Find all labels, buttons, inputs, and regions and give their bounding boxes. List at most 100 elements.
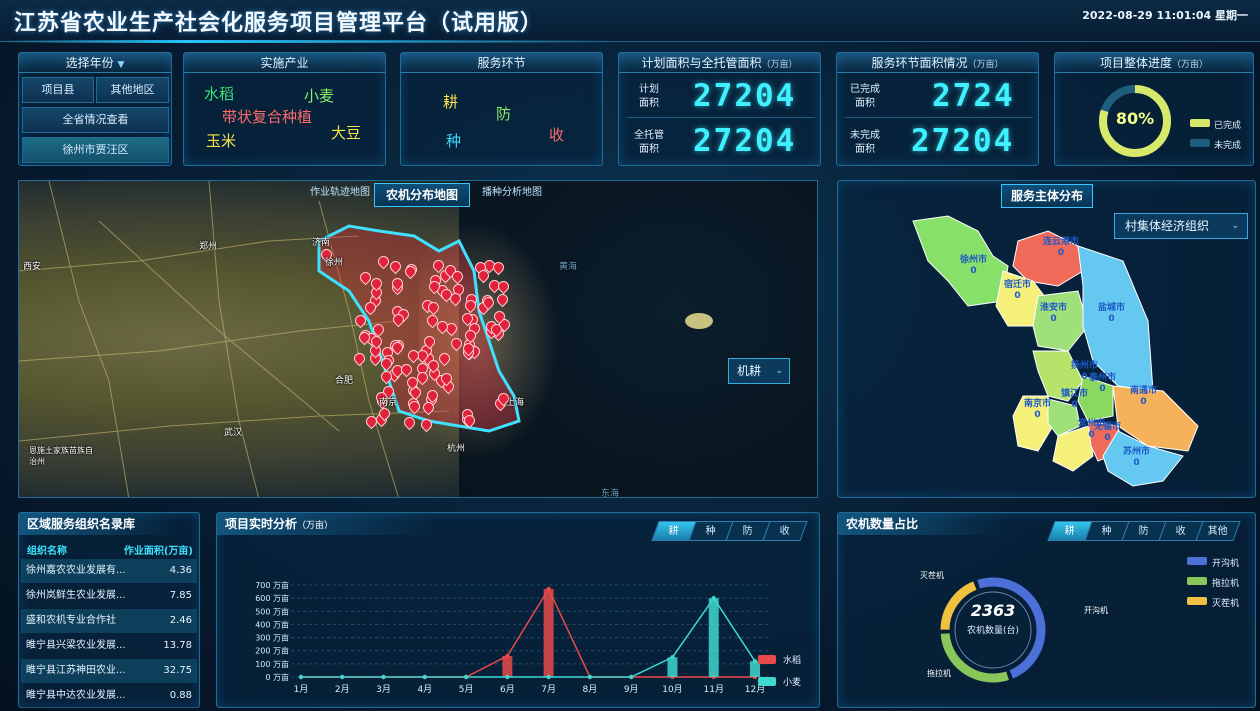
legend-label: 水稻 — [783, 654, 801, 666]
machine-panel: 农机数量占比 耕种防收其他 2363 农机数量(台) 灭茬机 开沟机 拖拉机 开… — [837, 512, 1256, 708]
x-tick-label: 6月 — [500, 684, 515, 695]
org-panel: 区域服务组织名录库 组织名称 作业面积(万亩) 徐州嘉农农业发展有... 4.36… — [18, 512, 200, 708]
region-label[interactable]: 无锡市 0 — [1094, 422, 1121, 444]
btn-other-region[interactable]: 其他地区 — [96, 77, 169, 103]
legend-todo-label: 未完成 — [1214, 141, 1242, 151]
x-tick-label: 9月 — [624, 684, 639, 695]
page-title: 江苏省农业生产社会化服务项目管理平台（试用版） — [14, 11, 544, 36]
region-label[interactable]: 泰州市 0 — [1089, 373, 1116, 395]
progress-title: 项目整体进度（万亩） — [1055, 53, 1253, 73]
org-area: 32.75 — [163, 665, 192, 676]
city-xuzhou: 徐州 — [325, 258, 344, 268]
year-select-header[interactable]: 选择年份 ▼ — [19, 53, 171, 73]
region-label[interactable]: 南京市 0 — [1024, 399, 1051, 421]
org-area: 4.36 — [169, 565, 192, 576]
series-point — [711, 595, 716, 601]
x-tick-label: 8月 — [583, 684, 598, 695]
x-tick-label: 10月 — [662, 684, 682, 695]
plan-area-value: 27204 — [693, 78, 797, 114]
legend-label: 小麦 — [783, 676, 801, 688]
service-protect[interactable]: 防 — [496, 103, 511, 124]
city-shanghai: 上海 — [506, 398, 525, 408]
legend-swatch — [758, 655, 776, 664]
region-label[interactable]: 徐州市 0 — [960, 255, 987, 277]
bar-小麦 — [667, 657, 678, 677]
btn-province-view[interactable]: 全省情况查看 — [22, 107, 169, 133]
org-row[interactable]: 睢宁县中达农业发展... 0.88 — [21, 684, 197, 708]
series-point — [340, 674, 345, 680]
sea-east: 东海 — [601, 489, 620, 498]
org-row[interactable]: 睢宁县江苏神田农业... 32.75 — [21, 659, 197, 683]
tab-sowing-map[interactable]: 播种分析地图 — [474, 183, 550, 203]
uncompleted-area-label: 未完成 面积 — [850, 130, 880, 155]
industry-soybean[interactable]: 大豆 — [331, 122, 361, 143]
org-col-name: 组织名称 — [27, 546, 67, 557]
org-row[interactable]: 徐州嘉农农业发展有... 4.36 — [21, 559, 197, 583]
y-tick-label: 600 万亩 — [255, 593, 289, 603]
uncompleted-area-value: 27204 — [911, 123, 1015, 159]
org-area: 7.85 — [169, 590, 192, 601]
region-label[interactable]: 连云港市 0 — [1043, 237, 1079, 259]
chevron-down-icon: ▼ — [117, 60, 125, 70]
series-point — [546, 674, 551, 680]
y-tick-label: 100 万亩 — [255, 659, 289, 669]
btn-project-county[interactable]: 项目县 — [22, 77, 94, 103]
org-area: 13.78 — [163, 640, 192, 651]
progress-percent: 80% — [1115, 109, 1155, 128]
service-title: 服务环节 — [401, 53, 602, 73]
industry-strip-compound[interactable]: 带状复合种植 — [222, 106, 312, 127]
machine-legend-label: 拖拉机 — [1212, 579, 1240, 589]
chevron-down-icon: ⌄ — [1231, 221, 1239, 231]
series-point — [505, 653, 510, 659]
series-point — [670, 655, 675, 660]
tab-machine-map[interactable]: 农机分布地图 — [374, 183, 470, 207]
service-panel: 服务环节 耕 防 种 收 — [400, 52, 603, 166]
org-row[interactable]: 睢宁县兴梁农业发展... 13.78 — [21, 634, 197, 658]
service-plow[interactable]: 耕 — [443, 91, 458, 112]
map-panel[interactable]: 西安 郑州 济南 合肥 武汉 杭州 南京 上海 黄海 东海 恩施土家族苗族自治州… — [18, 180, 818, 498]
y-tick-label: 500 万亩 — [255, 606, 289, 616]
org-area: 2.46 — [169, 615, 192, 626]
org-row[interactable]: 徐州岚鲜生农业发展... 7.85 — [21, 584, 197, 608]
x-tick-label: 5月 — [459, 684, 474, 695]
bar-小麦 — [708, 598, 719, 677]
y-tick-label: 200 万亩 — [255, 646, 289, 656]
legend-todo-swatch — [1190, 139, 1210, 147]
legend-done-label: 已完成 — [1214, 121, 1242, 131]
service-sow[interactable]: 种 — [446, 130, 461, 151]
y-tick-label: 0 万亩 — [265, 672, 289, 682]
series-point — [463, 674, 469, 680]
completed-area-label: 已完成 面积 — [850, 84, 880, 109]
map-roads — [19, 181, 713, 497]
series-point — [381, 674, 386, 680]
x-tick-label: 7月 — [541, 684, 556, 695]
y-tick-label: 400 万亩 — [255, 619, 289, 629]
chevron-down-icon: ⌄ — [775, 366, 783, 376]
bar-水稻 — [502, 655, 513, 677]
year-panel: 选择年份 ▼ 项目县 其他地区 全省情况查看 徐州市贾汪区 — [18, 52, 172, 166]
region-label[interactable]: 盐城市 0 — [1098, 303, 1125, 325]
industry-corn[interactable]: 玉米 — [206, 130, 236, 151]
btn-xuzhou-jiawang[interactable]: 徐州市贾汪区 — [22, 137, 169, 163]
industry-rice[interactable]: 水稻 — [204, 83, 234, 104]
machine-legend-swatch — [1187, 557, 1207, 565]
region-label[interactable]: 宿迁市 0 — [1004, 280, 1031, 302]
callout-trencher: 开沟机 — [1084, 606, 1108, 615]
service-harvest[interactable]: 收 — [549, 124, 564, 145]
x-tick-label: 11月 — [704, 684, 724, 695]
datetime-display: 2022-08-29 11:01:04 星期一 — [1082, 9, 1248, 22]
org-area: 0.88 — [169, 690, 192, 701]
region-label[interactable]: 南通市 0 — [1130, 386, 1157, 408]
region-label[interactable]: 镇江市 0 — [1061, 389, 1088, 411]
service-type-dropdown[interactable]: 机耕 ⌄ — [728, 358, 790, 384]
tab-mtabs-4[interactable]: 其他 — [1195, 521, 1241, 541]
org-row[interactable]: 盛和农机专业合作社 2.46 — [21, 609, 197, 633]
region-label[interactable]: 苏州市 0 — [1123, 447, 1150, 469]
tab-track-map[interactable]: 作业轨迹地图 — [302, 183, 378, 203]
region-label[interactable]: 淮安市 0 — [1040, 303, 1067, 325]
x-tick-label: 2月 — [335, 684, 350, 695]
industry-wheat[interactable]: 小麦 — [304, 85, 334, 106]
org-name: 睢宁县中达农业发展... — [26, 690, 126, 701]
series-point — [546, 586, 551, 592]
x-tick-label: 1月 — [294, 684, 309, 695]
